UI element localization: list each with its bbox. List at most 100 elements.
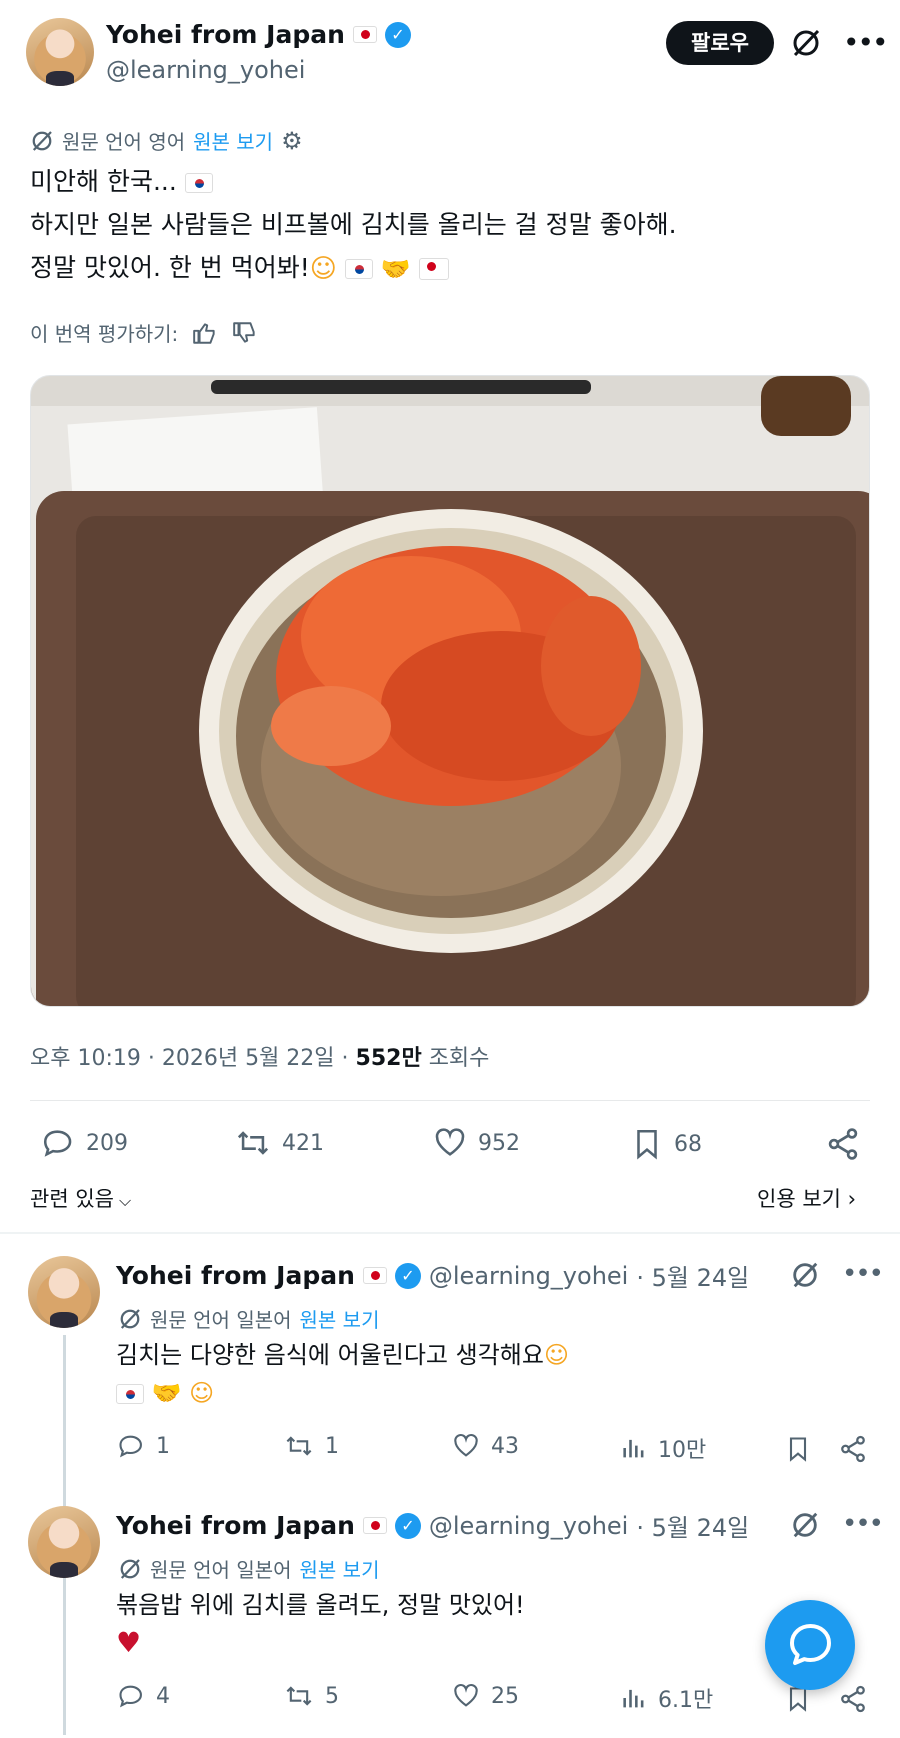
reply-text: 김치는 다양한 음식에 어울린다고 생각해요 [116,1341,544,1369]
smiling-face-hearts-icon: ☺ [309,253,337,284]
follow-button[interactable]: 팔로우 [666,21,774,65]
settings-gear-icon[interactable]: ⚙ [281,127,303,155]
tweet-timestamp[interactable]: 오후 10:19 · 2026년 5월 22일 · [30,1046,356,1071]
chevron-right-icon: › [840,1187,857,1211]
bookmark-count: 68 [674,1131,702,1157]
views-label: 조회수 [421,1046,490,1071]
reply-avatar[interactable] [28,1506,100,1578]
verified-badge-icon: ✓ [394,1262,421,1289]
compose-reply-button[interactable] [765,1600,855,1690]
reply-translation-notice: 원문 언어 일본어 원본 보기 [118,1554,379,1583]
view-original-link[interactable]: 원본 보기 [300,1304,380,1333]
reply-translation-notice: 원문 언어 일본어 원본 보기 [118,1304,379,1333]
tweet-line-3: 정말 맛있어. 한 번 먹어봐!☺ 🤝 [30,246,870,291]
heart-icon [454,1683,478,1707]
grok-icon[interactable] [790,1260,820,1290]
reply-count: 4 [156,1683,170,1709]
bookmark-action[interactable]: 68 [630,1126,702,1162]
reply-action[interactable]: 4 [116,1682,170,1710]
reply-text: 볶음밥 위에 김치를 올려도, 정말 맛있어! [116,1591,525,1619]
more-icon[interactable]: ••• [842,1259,884,1289]
retweet-icon [286,1686,312,1706]
reply-author-name[interactable]: Yohei from Japan [116,1261,355,1290]
author-name-row: Yohei from Japan ✓ [106,20,411,49]
divider [30,1100,870,1101]
reply-count: 209 [86,1130,128,1156]
author-avatar[interactable] [26,18,94,86]
views-count: 552만 [355,1046,422,1071]
view-original-link[interactable]: 원본 보기 [300,1554,380,1583]
verified-badge-icon: ✓ [394,1512,421,1539]
astonished-face-icon: ☺ [189,1379,215,1407]
views-icon [623,1689,644,1708]
translation-source: 원문 언어 영어 [62,130,186,154]
bookmark-icon[interactable] [784,1434,812,1464]
heart-icon [454,1433,478,1457]
like-action[interactable]: 952 [432,1126,520,1160]
red-heart-icon: ♥ [116,1626,142,1659]
reply-action[interactable]: 209 [40,1126,128,1160]
like-count: 43 [491,1433,519,1459]
korea-flag-icon [184,173,213,193]
share-icon[interactable] [825,1126,861,1162]
tweet-body: 미안해 한국... 하지만 일본 사람들은 비프볼에 김치를 올리는 걸 정말 … [30,160,870,291]
views-icon [623,1439,644,1458]
author-handle[interactable]: @learning_yohei [106,56,305,84]
share-icon[interactable] [838,1434,868,1464]
korea-flag-icon [116,1384,144,1404]
shushing-face-icon: ☺ [543,1341,569,1369]
grok-icon[interactable] [790,1510,820,1540]
views-count: 10만 [658,1438,707,1463]
view-original-link[interactable]: 원본 보기 [193,126,273,155]
related-dropdown[interactable]: 관련 있음 ⌵ [30,1183,131,1213]
like-count: 952 [478,1130,520,1156]
reply-icon [119,1435,142,1458]
compose-reply-icon [790,1624,831,1665]
thumbs-up-icon[interactable] [192,320,218,346]
beef-bowl-kimchi-image [31,376,869,1006]
reply-date[interactable]: · 5월 24일 [636,1508,749,1543]
reply-author-name[interactable]: Yohei from Japan [116,1511,355,1540]
bookmark-icon [637,1129,657,1160]
grok-icon [32,130,52,151]
thumbs-down-icon[interactable] [232,320,258,346]
japan-flag-icon [418,258,449,280]
like-action[interactable]: 25 [451,1682,519,1710]
retweet-action[interactable]: 1 [283,1432,339,1460]
reply-count: 1 [156,1433,170,1459]
reply-action[interactable]: 1 [116,1432,170,1460]
rate-translation: 이 번역 평가하기: [30,318,258,347]
japan-flag-icon [352,26,377,43]
japan-flag-icon [362,1267,387,1284]
retweet-action[interactable]: 5 [283,1682,339,1710]
reply-date[interactable]: · 5월 24일 [636,1258,749,1293]
reply-handle[interactable]: @learning_yohei [429,1512,628,1540]
retweet-icon [237,1131,269,1155]
retweet-count: 5 [325,1683,339,1709]
translation-source: 원문 언어 일본어 [150,1558,292,1582]
translation-notice: 원문 언어 영어 원본 보기 ⚙ [30,126,303,155]
handshake-icon: 🤝 [380,254,411,283]
retweet-action[interactable]: 421 [234,1126,324,1160]
rate-translation-label: 이 번역 평가하기: [30,322,179,346]
more-icon[interactable]: ••• [842,1509,884,1539]
views-action[interactable]: 6.1만 [620,1682,713,1714]
like-count: 25 [491,1683,519,1709]
reply-avatar[interactable] [28,1256,100,1328]
reply-icon [119,1685,142,1708]
like-action[interactable]: 43 [451,1432,519,1460]
reply-handle[interactable]: @learning_yohei [429,1262,628,1290]
tweet-photo[interactable] [30,375,870,1007]
view-quotes-link[interactable]: 인용 보기 › [757,1183,856,1213]
retweet-icon [286,1436,312,1456]
more-icon[interactable]: ••• [843,26,889,59]
grok-icon[interactable] [790,27,822,59]
verified-badge-icon: ✓ [384,21,411,48]
author-name[interactable]: Yohei from Japan [106,20,345,49]
reply-body: 볶음밥 위에 김치를 올려도, 정말 맛있어! ♥ [116,1586,525,1662]
retweet-count: 1 [325,1433,339,1459]
quotes-label: 인용 보기 [757,1187,841,1211]
reply-icon [43,1130,72,1157]
tweet-meta: 오후 10:19 · 2026년 5월 22일 · 552만 조회수 [30,1040,489,1072]
views-action[interactable]: 10만 [620,1432,706,1464]
